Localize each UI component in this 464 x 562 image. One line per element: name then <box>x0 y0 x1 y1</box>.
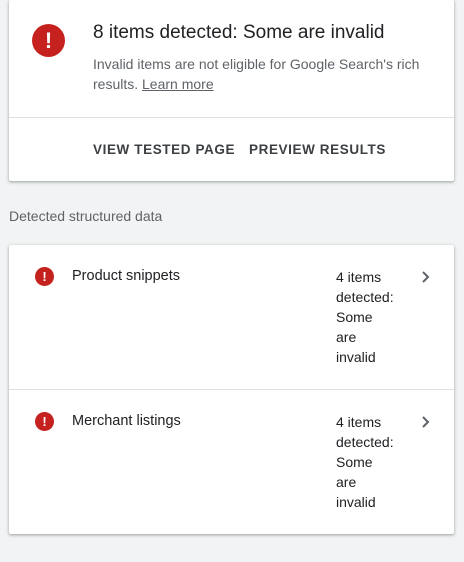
error-icon: ! <box>35 267 54 286</box>
detected-items-list: ! Product snippets 4 items detected: Som… <box>9 245 454 534</box>
view-tested-page-button[interactable]: VIEW TESTED PAGE <box>93 142 235 157</box>
item-status-line: detected: <box>336 434 394 450</box>
item-status-line: detected: <box>336 289 394 305</box>
preview-results-button[interactable]: PREVIEW RESULTS <box>249 142 386 157</box>
summary-title: 8 items detected: Some are invalid <box>93 22 385 43</box>
item-status-line: Some <box>336 454 373 470</box>
chevron-right-icon[interactable] <box>420 269 432 285</box>
item-status-line: invalid <box>336 494 376 510</box>
learn-more-link[interactable]: Learn more <box>142 76 214 92</box>
list-item-product-snippets[interactable]: ! Product snippets 4 items detected: Som… <box>9 245 454 389</box>
item-status-line: Some <box>336 309 373 325</box>
item-status: 4 items detected: Some are invalid <box>336 267 404 367</box>
error-icon: ! <box>35 412 54 431</box>
summary-card: ! 8 items detected: Some are invalid Inv… <box>9 0 454 181</box>
item-status-line: 4 items <box>336 269 382 285</box>
list-item-merchant-listings[interactable]: ! Merchant listings 4 items detected: So… <box>9 390 454 534</box>
item-name: Product snippets <box>72 268 181 284</box>
item-status-line: are <box>336 474 357 490</box>
summary-subtitle: Invalid items are not eligible for Googl… <box>93 54 433 94</box>
item-status-line: are <box>336 329 357 345</box>
error-icon: ! <box>32 24 65 57</box>
chevron-right-icon[interactable] <box>420 414 432 430</box>
item-status: 4 items detected: Some are invalid <box>336 412 404 512</box>
summary-header: ! 8 items detected: Some are invalid Inv… <box>9 0 454 117</box>
summary-actions: VIEW TESTED PAGE PREVIEW RESULTS <box>9 118 454 181</box>
section-label: Detected structured data <box>9 208 163 224</box>
item-status-line: 4 items <box>336 414 382 430</box>
item-name: Merchant listings <box>72 413 181 429</box>
item-status-line: invalid <box>336 349 376 365</box>
